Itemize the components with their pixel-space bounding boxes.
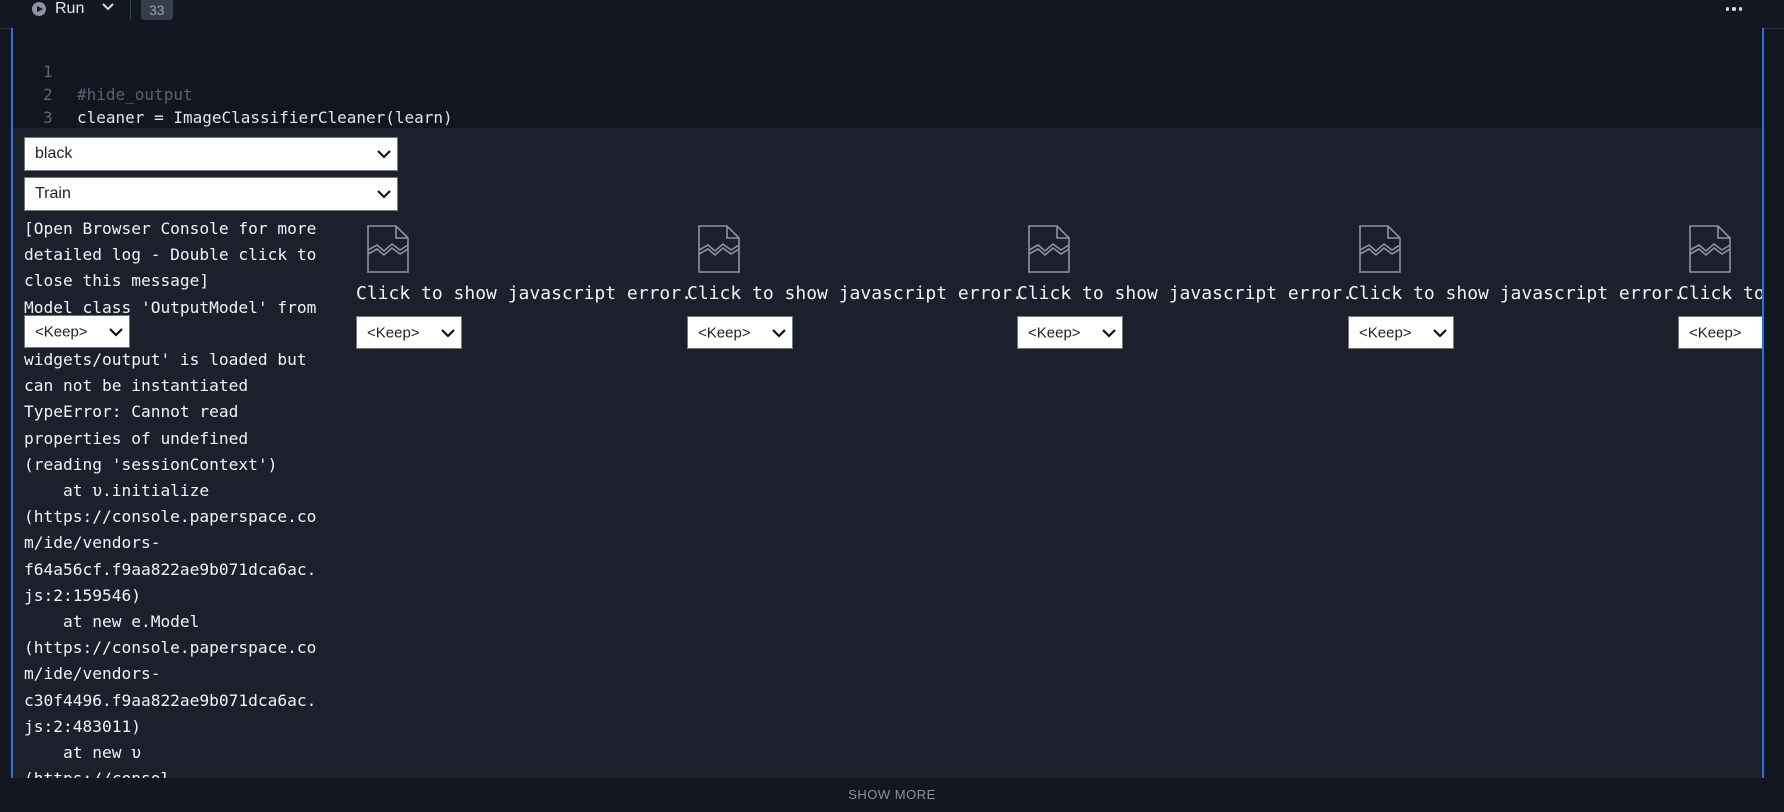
cell-output: black Train [Open Browser Console for mo… (13, 128, 1762, 778)
split-select[interactable]: Train (24, 177, 398, 211)
notebook-cell[interactable]: 1 #hide_output 2 cleaner = ImageClassifi… (11, 28, 1764, 778)
image-action-select[interactable]: <Keep> (1017, 316, 1123, 349)
chevron-down-icon (377, 190, 391, 199)
code-editor[interactable]: 1 #hide_output 2 cleaner = ImageClassifi… (13, 28, 1762, 150)
code-text: cleaner = ImageClassifierCleaner(learn) (77, 108, 453, 127)
play-circle-icon (32, 2, 46, 16)
code-line: 2 cleaner = ImageClassifierCleaner(learn… (13, 60, 453, 127)
image-action-select[interactable]: <Keep> (356, 316, 462, 349)
image-action-value: <Keep> (698, 324, 751, 341)
chevron-down-icon (1433, 328, 1447, 338)
category-select[interactable]: black (24, 137, 398, 171)
broken-image-icon (1359, 225, 1401, 273)
category-select-value: black (35, 145, 73, 162)
broken-image-icon (1028, 225, 1070, 273)
cell-toolbar: Run 33 (0, 0, 1784, 29)
run-label: Run (55, 0, 85, 17)
show-javascript-error-link[interactable]: Click to show javascript error. (1678, 283, 1762, 304)
code-line: 3 cleaner (13, 83, 144, 150)
show-more-button[interactable]: SHOW MORE (0, 778, 1784, 802)
image-action-value: <Keep> (1689, 324, 1742, 341)
chevron-down-icon (772, 328, 786, 338)
execution-count-badge: 33 (141, 0, 173, 20)
image-action-select[interactable]: <Keep> (1678, 316, 1762, 349)
line-number: 3 (43, 108, 53, 127)
chevron-down-icon (1102, 328, 1116, 338)
code-text: #hide_output (77, 85, 193, 104)
show-javascript-error-link[interactable]: Click to show javascript error. (356, 283, 692, 304)
code-line: 1 #hide_output (13, 37, 193, 104)
chevron-down-icon[interactable] (100, 0, 116, 16)
image-action-value: <Keep> (35, 323, 88, 340)
run-button[interactable]: Run (32, 0, 84, 18)
ellipsis-dot (1738, 7, 1743, 11)
split-select-value: Train (35, 185, 71, 202)
broken-image-icon (698, 225, 740, 273)
show-javascript-error-link[interactable]: Click to show javascript error. (687, 283, 1023, 304)
more-options-button[interactable] (1724, 2, 1744, 16)
image-action-value: <Keep> (367, 324, 420, 341)
show-javascript-error-link[interactable]: Click to show javascript error. (1017, 283, 1353, 304)
image-action-select[interactable]: <Keep> (687, 316, 793, 349)
broken-image-icon (367, 225, 409, 273)
show-javascript-error-link[interactable]: Click to show javascript error. (1348, 283, 1684, 304)
javascript-error-log[interactable]: [Open Browser Console for more detailed … (24, 216, 346, 778)
toolbar-divider (130, 0, 131, 20)
ellipsis-dot (1732, 7, 1736, 11)
image-action-value: <Keep> (1359, 324, 1412, 341)
chevron-down-icon (109, 327, 123, 337)
image-action-select[interactable]: <Keep> (24, 315, 130, 348)
chevron-down-icon (377, 150, 391, 159)
ellipsis-icon (1725, 7, 1730, 11)
broken-image-icon (1689, 225, 1731, 273)
image-action-value: <Keep> (1028, 324, 1081, 341)
image-action-select[interactable]: <Keep> (1348, 316, 1454, 349)
chevron-down-icon (441, 328, 455, 338)
